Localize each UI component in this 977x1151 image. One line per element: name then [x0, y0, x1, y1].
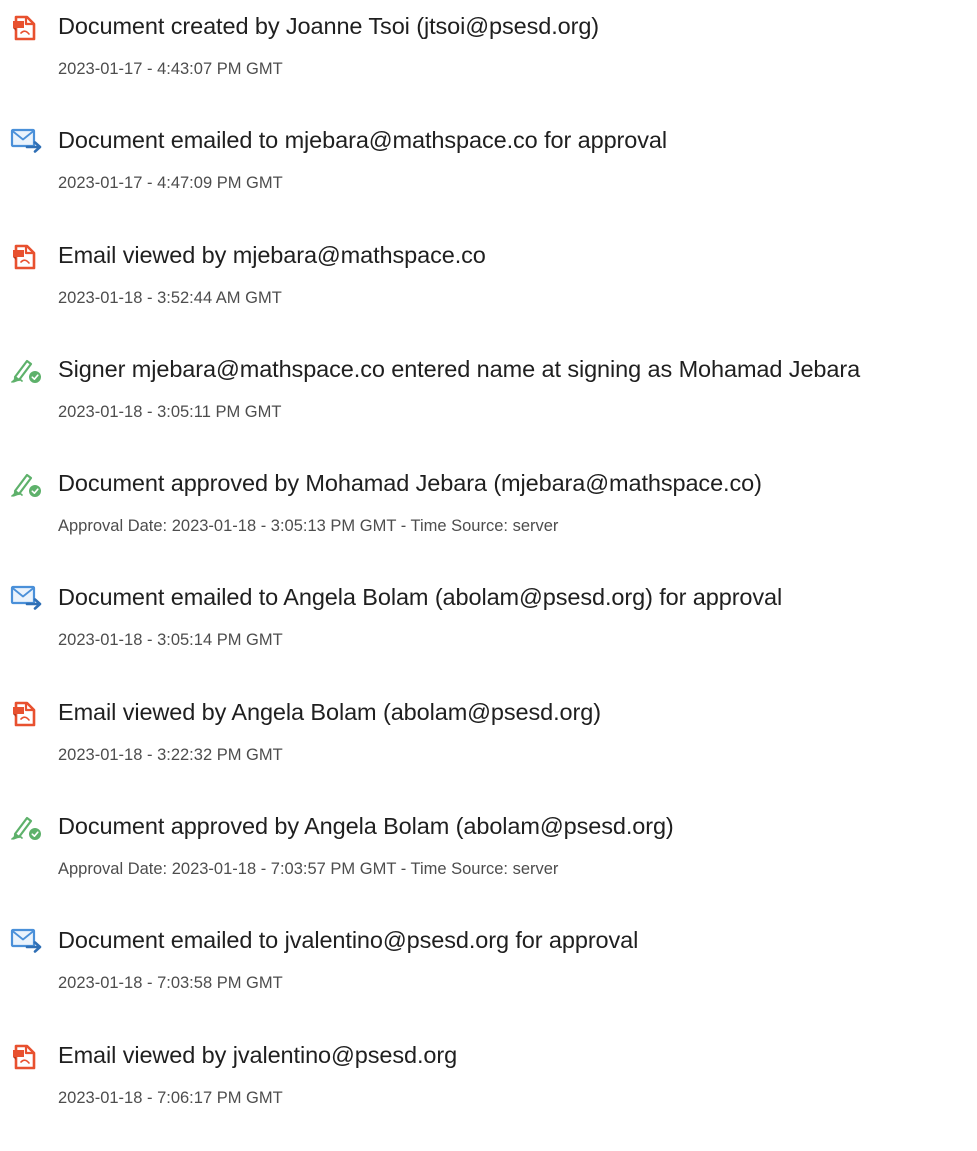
document-icon: [10, 698, 48, 732]
entry-title: Document created by Joanne Tsoi (jtsoi@p…: [58, 13, 600, 39]
audit-entry: Document approved by Angela Bolam (abola…: [8, 808, 973, 922]
entry-title: Document approved by Angela Bolam (abola…: [58, 813, 674, 840]
audit-log: Document created by Joanne Tsoi (jtsoi@p…: [8, 8, 973, 1151]
entry-timestamp: 2023-01-18 - 3:22:32 PM GMT: [58, 745, 283, 764]
email-icon: [10, 126, 48, 160]
email-icon: [10, 583, 48, 617]
entry-approval-date: Approval Date: 2023-01-18 - 3:05:13 PM G…: [58, 517, 559, 536]
signature-icon: [10, 469, 48, 503]
audit-entry: Email viewed by Angela Bolam (abolam@pse…: [8, 694, 973, 808]
audit-entry: Email viewed by mjebara@mathspace.co 202…: [8, 237, 973, 351]
entry-timestamp: 2023-01-18 - 7:06:17 PM GMT: [58, 1088, 283, 1107]
entry-approval-date: Approval Date: 2023-01-18 - 7:03:57 PM G…: [58, 860, 559, 879]
entry-title: Email viewed by Angela Bolam (abolam@pse…: [58, 698, 601, 725]
document-icon: [10, 12, 48, 46]
entry-timestamp: 2023-01-17 - 4:47:09 PM GMT: [58, 174, 283, 193]
entry-title: Signer mjebara@mathspace.co entered name…: [58, 355, 861, 382]
document-icon: [10, 1041, 48, 1075]
audit-entry: Document emailed to jvalentino@psesd.org…: [8, 922, 973, 1036]
signature-icon: [10, 355, 48, 389]
audit-entry: Document emailed to mjebara@mathspace.co…: [8, 122, 973, 236]
signature-icon: [10, 812, 48, 846]
entry-timestamp: 2023-01-18 - 3:05:14 PM GMT: [58, 631, 283, 650]
audit-entry: Document emailed to Angela Bolam (abolam…: [8, 579, 973, 693]
audit-entry: Signer mjebara@mathspace.co entered name…: [8, 351, 973, 465]
entry-timestamp: 2023-01-17 - 4:43:07 PM GMT: [58, 60, 283, 78]
audit-entry: Email viewed by jvalentino@psesd.org 202…: [8, 1037, 973, 1151]
entry-title: Document approved by Mohamad Jebara (mje…: [58, 470, 762, 497]
audit-entry: Document approved by Mohamad Jebara (mje…: [8, 465, 973, 579]
entry-timestamp: 2023-01-18 - 3:05:11 PM GMT: [58, 402, 282, 421]
entry-title: Email viewed by mjebara@mathspace.co: [58, 241, 486, 268]
entry-title: Document emailed to jvalentino@psesd.org…: [58, 927, 639, 954]
entry-title: Email viewed by jvalentino@psesd.org: [58, 1041, 458, 1068]
entry-timestamp: 2023-01-18 - 3:52:44 AM GMT: [58, 288, 282, 307]
document-icon: [10, 241, 48, 275]
email-icon: [10, 926, 48, 960]
entry-title: Document emailed to Angela Bolam (abolam…: [58, 584, 783, 611]
entry-title: Document emailed to mjebara@mathspace.co…: [58, 127, 667, 154]
entry-timestamp: 2023-01-18 - 7:03:58 PM GMT: [58, 974, 283, 993]
audit-entry: Document created by Joanne Tsoi (jtsoi@p…: [8, 8, 973, 122]
